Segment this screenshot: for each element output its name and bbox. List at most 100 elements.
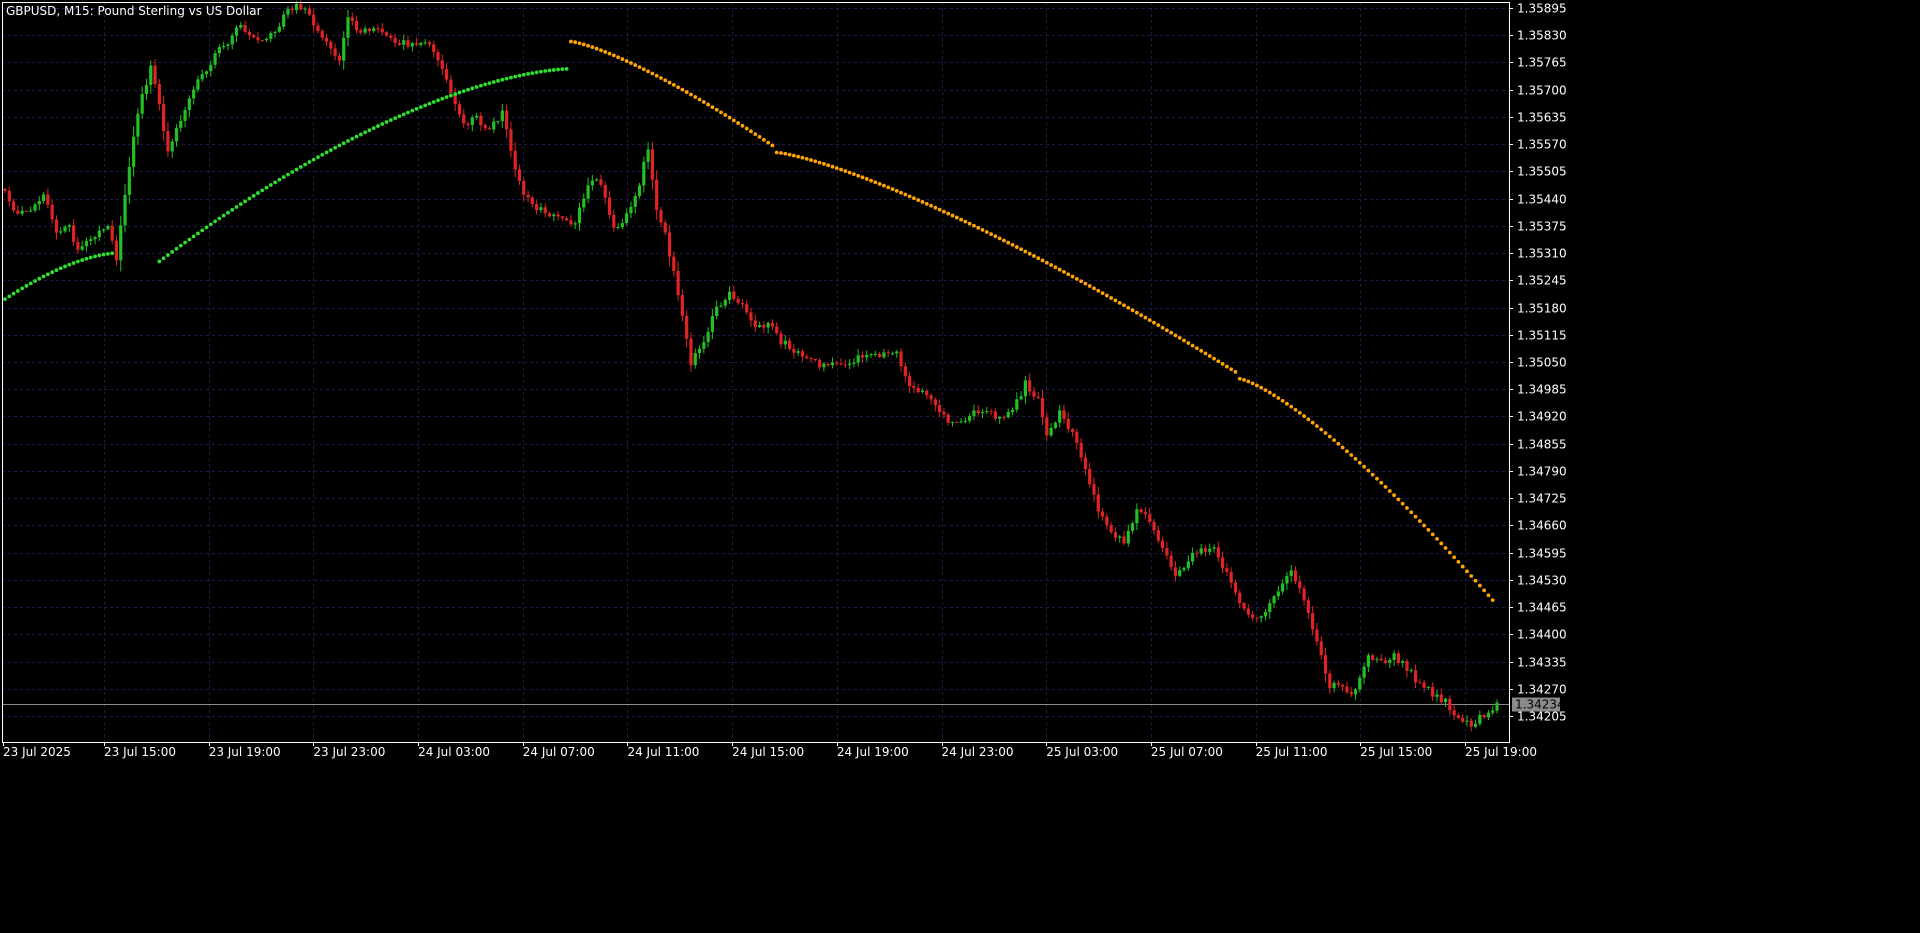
sar-dot <box>1315 424 1319 428</box>
sar-dot <box>1049 263 1054 267</box>
candle-body <box>1023 380 1027 397</box>
candle-body <box>938 405 942 413</box>
sar-dot <box>676 85 681 90</box>
candle-body <box>929 395 933 400</box>
candle-body <box>363 28 367 33</box>
candle-body <box>1143 512 1148 515</box>
sar-dot <box>393 116 398 121</box>
candle-body <box>367 28 372 31</box>
sar-dot <box>101 252 106 257</box>
sar-dot <box>1435 537 1439 541</box>
candle-body <box>342 37 346 61</box>
candle-body <box>1281 583 1285 592</box>
sar-dot <box>341 141 346 146</box>
sar-dot <box>1276 396 1281 400</box>
sar-dot <box>71 261 76 265</box>
sar-dot <box>663 78 668 83</box>
sar-dot <box>916 198 921 202</box>
price-axis[interactable]: 1.35895 1.35830 1.35765 1.35700 1.35635 1.355… <box>1509 2 1567 724</box>
sar-dot <box>28 281 33 286</box>
sar-dot <box>3 297 7 302</box>
y-tick-label: 1.35895 <box>1517 2 1567 16</box>
sar-dot <box>1066 272 1071 277</box>
candle-body <box>294 3 299 11</box>
candle-body <box>646 149 650 162</box>
candle-body <box>625 213 629 224</box>
candle-body <box>590 180 594 186</box>
sar-dot <box>491 80 496 84</box>
candle-body <box>1109 525 1113 533</box>
sar-dot <box>1233 369 1238 374</box>
sar-dot <box>1267 390 1272 395</box>
candle-body <box>1208 548 1212 552</box>
sar-dot <box>178 243 183 248</box>
sar-dot <box>1104 293 1109 298</box>
candle-body <box>252 35 256 38</box>
sar-dot <box>950 213 955 218</box>
candle-body <box>745 304 749 313</box>
candle-body <box>114 240 119 261</box>
y-tick-label: 1.35310 <box>1517 247 1567 261</box>
sar-dot <box>590 45 595 50</box>
candle-body <box>1083 457 1088 469</box>
candle-body <box>573 223 577 225</box>
sar-dot <box>1186 341 1191 345</box>
candle-body <box>946 414 950 423</box>
sar-dot <box>1203 351 1208 356</box>
sar-dot <box>1383 484 1388 489</box>
sar-dot <box>860 175 865 180</box>
sar-dot <box>1426 528 1431 532</box>
candle-body <box>1341 684 1345 687</box>
candle-body <box>706 331 710 343</box>
candle-body <box>119 225 123 261</box>
sar-dot <box>1182 338 1186 343</box>
sar-dot <box>1242 377 1246 382</box>
candle-body <box>732 291 736 299</box>
sar-dot <box>157 259 162 264</box>
candle-body <box>110 225 114 241</box>
price-chart[interactable]: GBPUSD, M15: Pound Sterling vs US Dollar… <box>0 0 1920 933</box>
sar-dot <box>1164 328 1169 333</box>
candle-body <box>33 204 37 211</box>
candle-body <box>264 38 269 41</box>
candle-body <box>1066 418 1070 430</box>
sar-dot <box>740 123 745 128</box>
y-tick-label: 1.34790 <box>1517 465 1567 479</box>
candle-body <box>1495 702 1499 711</box>
candle-body <box>1469 720 1473 727</box>
candle-body <box>1070 429 1075 432</box>
sar-dot <box>33 279 37 283</box>
candle-body <box>817 360 822 368</box>
sar-dot <box>204 225 209 230</box>
time-axis[interactable]: 23 Jul 2025 23 Jul 15:00 23 Jul 19:00 23 Ju… <box>3 742 1537 759</box>
candle-body <box>1182 568 1186 571</box>
candle-body <box>59 231 63 233</box>
sar-dot <box>1117 300 1122 305</box>
sar-dot <box>45 272 50 277</box>
sar-dot <box>839 167 843 172</box>
candle-body <box>1122 536 1126 544</box>
candle-body <box>449 79 453 94</box>
sar-dot <box>714 107 719 112</box>
sar-dot <box>912 196 916 201</box>
sar-dot <box>1040 258 1045 263</box>
candle-body <box>11 201 16 211</box>
candle-body <box>389 35 393 38</box>
candle-body <box>925 390 929 396</box>
sar-dot <box>1109 296 1114 300</box>
candle-body <box>162 103 166 132</box>
candle-body <box>174 127 179 142</box>
sar-dot <box>1447 550 1452 555</box>
candle-body <box>890 353 895 355</box>
sar-dot <box>371 126 376 131</box>
sar-dot <box>1199 348 1204 353</box>
x-tick-label: 24 Jul 03:00 <box>418 745 490 759</box>
sar-dot <box>1173 333 1178 338</box>
sar-dot <box>1255 383 1259 388</box>
candle-body <box>329 41 333 49</box>
sar-dot <box>856 173 861 178</box>
sar-dot <box>821 162 826 166</box>
sar-dot <box>384 120 389 124</box>
candle-body <box>1049 427 1053 436</box>
sar-dot <box>731 118 736 123</box>
